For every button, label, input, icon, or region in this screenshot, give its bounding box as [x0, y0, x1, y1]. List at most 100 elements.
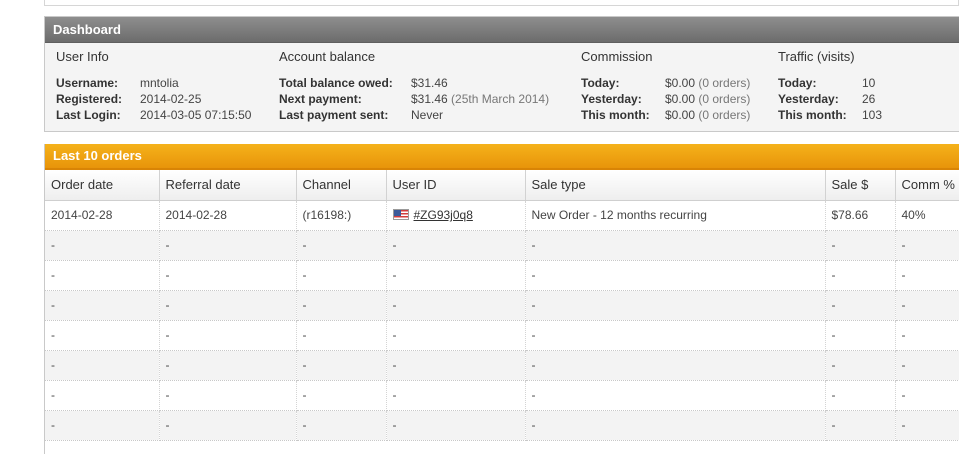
- commission-section: Commission Today: $0.00 (0 orders) Yeste…: [581, 43, 750, 123]
- user-id-cell: -: [386, 350, 526, 381]
- account-balance-section: Account balance Total balance owed: $31.…: [279, 43, 549, 123]
- comm-percent-cell: -: [895, 290, 959, 321]
- username-label: Username:: [56, 76, 119, 90]
- channel-cell: -: [296, 230, 387, 261]
- commission-title: Commission: [581, 49, 653, 64]
- user-info-title: User Info: [56, 49, 109, 64]
- user-id-cell: -: [386, 320, 526, 351]
- commission-yesterday-label: Yesterday:: [581, 92, 642, 106]
- traffic-table: Today: 10 Yesterday: 26 This month: 103: [778, 75, 882, 123]
- traffic-month-label: This month:: [778, 108, 847, 122]
- us-flag-icon: [392, 209, 409, 220]
- dashboard-panel: Dashboard User Info Username: mntolia Re…: [44, 16, 959, 132]
- channel-cell: -: [296, 410, 387, 441]
- user-id-cell: -: [386, 290, 526, 321]
- referral-date-cell: -: [159, 230, 297, 261]
- order-date-cell: -: [45, 320, 160, 351]
- commission-yesterday-orders: (0 orders): [698, 92, 751, 106]
- table-row: - - - - - - -: [45, 350, 959, 381]
- referral-date-cell: -: [159, 350, 297, 381]
- traffic-section: Traffic (visits) Today: 10 Yesterday: 26…: [778, 43, 882, 123]
- column-header-user-id[interactable]: User ID: [386, 170, 526, 201]
- order-date-cell: 2014-02-28: [45, 200, 160, 231]
- commission-today-label: Today:: [581, 76, 620, 90]
- sale-type-cell: -: [525, 230, 826, 261]
- user-id-cell: -: [386, 380, 526, 411]
- sale-amount-cell: -: [825, 410, 896, 441]
- table-row: - - - - - - -: [45, 260, 959, 291]
- next-payment-date: (25th March 2014): [451, 92, 550, 106]
- column-header-sale-amount[interactable]: Sale $: [825, 170, 896, 201]
- user-id-link[interactable]: #ZG93j0q8: [414, 208, 473, 222]
- traffic-title: Traffic (visits): [778, 49, 855, 64]
- column-header-channel[interactable]: Channel: [296, 170, 387, 201]
- referral-date-cell: -: [159, 410, 297, 441]
- table-row: - - - - - - -: [45, 410, 959, 441]
- orders-header-row: Order date Referral date Channel User ID…: [45, 170, 959, 201]
- order-date-cell: -: [45, 290, 160, 321]
- user-info-table: Username: mntolia Registered: 2014-02-25…: [56, 75, 251, 123]
- order-date-cell: -: [45, 410, 160, 441]
- registered-value: 2014-02-25: [140, 92, 202, 106]
- sale-amount-cell: -: [825, 260, 896, 291]
- dashboard-title: Dashboard: [45, 17, 959, 43]
- referral-date-cell: -: [159, 260, 297, 291]
- column-header-referral-date[interactable]: Referral date: [159, 170, 297, 201]
- last-payment-value: Never: [411, 108, 444, 122]
- sale-amount-cell: -: [825, 380, 896, 411]
- column-header-sale-type[interactable]: Sale type: [525, 170, 826, 201]
- channel-cell: -: [296, 260, 387, 291]
- commission-today-amount: $0.00: [665, 76, 696, 90]
- sale-type-cell: -: [525, 290, 826, 321]
- sale-amount-cell: -: [825, 350, 896, 381]
- comm-percent-cell: -: [895, 230, 959, 261]
- comm-percent-cell: -: [895, 320, 959, 351]
- commission-yesterday-value: $0.00 (0 orders): [665, 91, 750, 107]
- traffic-today-value: 10: [862, 76, 876, 90]
- user-id-cell: -: [386, 230, 526, 261]
- channel-cell: -: [296, 380, 387, 411]
- channel-cell: -: [296, 320, 387, 351]
- column-header-order-date[interactable]: Order date: [45, 170, 160, 201]
- last-login-label: Last Login:: [56, 108, 121, 122]
- sale-amount-cell: $78.66: [825, 200, 896, 231]
- next-payment-amount: $31.46: [411, 92, 448, 106]
- table-row: - - - - - - -: [45, 230, 959, 261]
- comm-percent-cell: -: [895, 350, 959, 381]
- total-balance-value: $31.46: [411, 75, 549, 91]
- referral-date-cell: -: [159, 320, 297, 351]
- referral-date-cell: -: [159, 380, 297, 411]
- sale-type-cell: New Order - 12 months recurring: [525, 200, 826, 231]
- column-header-comm-percent[interactable]: Comm %: [895, 170, 959, 201]
- comm-percent-cell: -: [895, 380, 959, 411]
- commission-month-label: This month:: [581, 108, 650, 122]
- username-value: mntolia: [140, 76, 179, 90]
- commission-table: Today: $0.00 (0 orders) Yesterday: $0.00…: [581, 75, 750, 123]
- last-login-value: 2014-03-05 07:15:50: [140, 108, 252, 122]
- sale-type-cell: -: [525, 410, 826, 441]
- table-row: - - - - - - -: [45, 380, 959, 411]
- total-balance-label: Total balance owed:: [279, 76, 393, 90]
- order-date-cell: -: [45, 230, 160, 261]
- order-date-cell: -: [45, 380, 160, 411]
- sale-amount-cell: -: [825, 230, 896, 261]
- sale-type-cell: -: [525, 380, 826, 411]
- traffic-yesterday-label: Yesterday:: [778, 92, 839, 106]
- previous-panel-edge: [44, 0, 959, 6]
- comm-percent-cell: -: [895, 410, 959, 441]
- sale-amount-cell: -: [825, 320, 896, 351]
- referral-date-cell: 2014-02-28: [159, 200, 297, 231]
- traffic-month-value: 103: [862, 108, 883, 122]
- account-balance-table: Total balance owed: $31.46 Next payment:…: [279, 75, 549, 123]
- commission-today-orders: (0 orders): [698, 76, 751, 90]
- commission-month-orders: (0 orders): [698, 108, 751, 122]
- commission-today-value: $0.00 (0 orders): [665, 75, 750, 91]
- next-payment-value: $31.46 (25th March 2014): [411, 91, 549, 107]
- referral-date-cell: -: [159, 290, 297, 321]
- traffic-today-label: Today:: [778, 76, 817, 90]
- registered-label: Registered:: [56, 92, 123, 106]
- account-balance-title: Account balance: [279, 49, 376, 64]
- user-info-section: User Info Username: mntolia Registered: …: [56, 43, 251, 123]
- sale-type-cell: -: [525, 350, 826, 381]
- commission-yesterday-amount: $0.00: [665, 92, 696, 106]
